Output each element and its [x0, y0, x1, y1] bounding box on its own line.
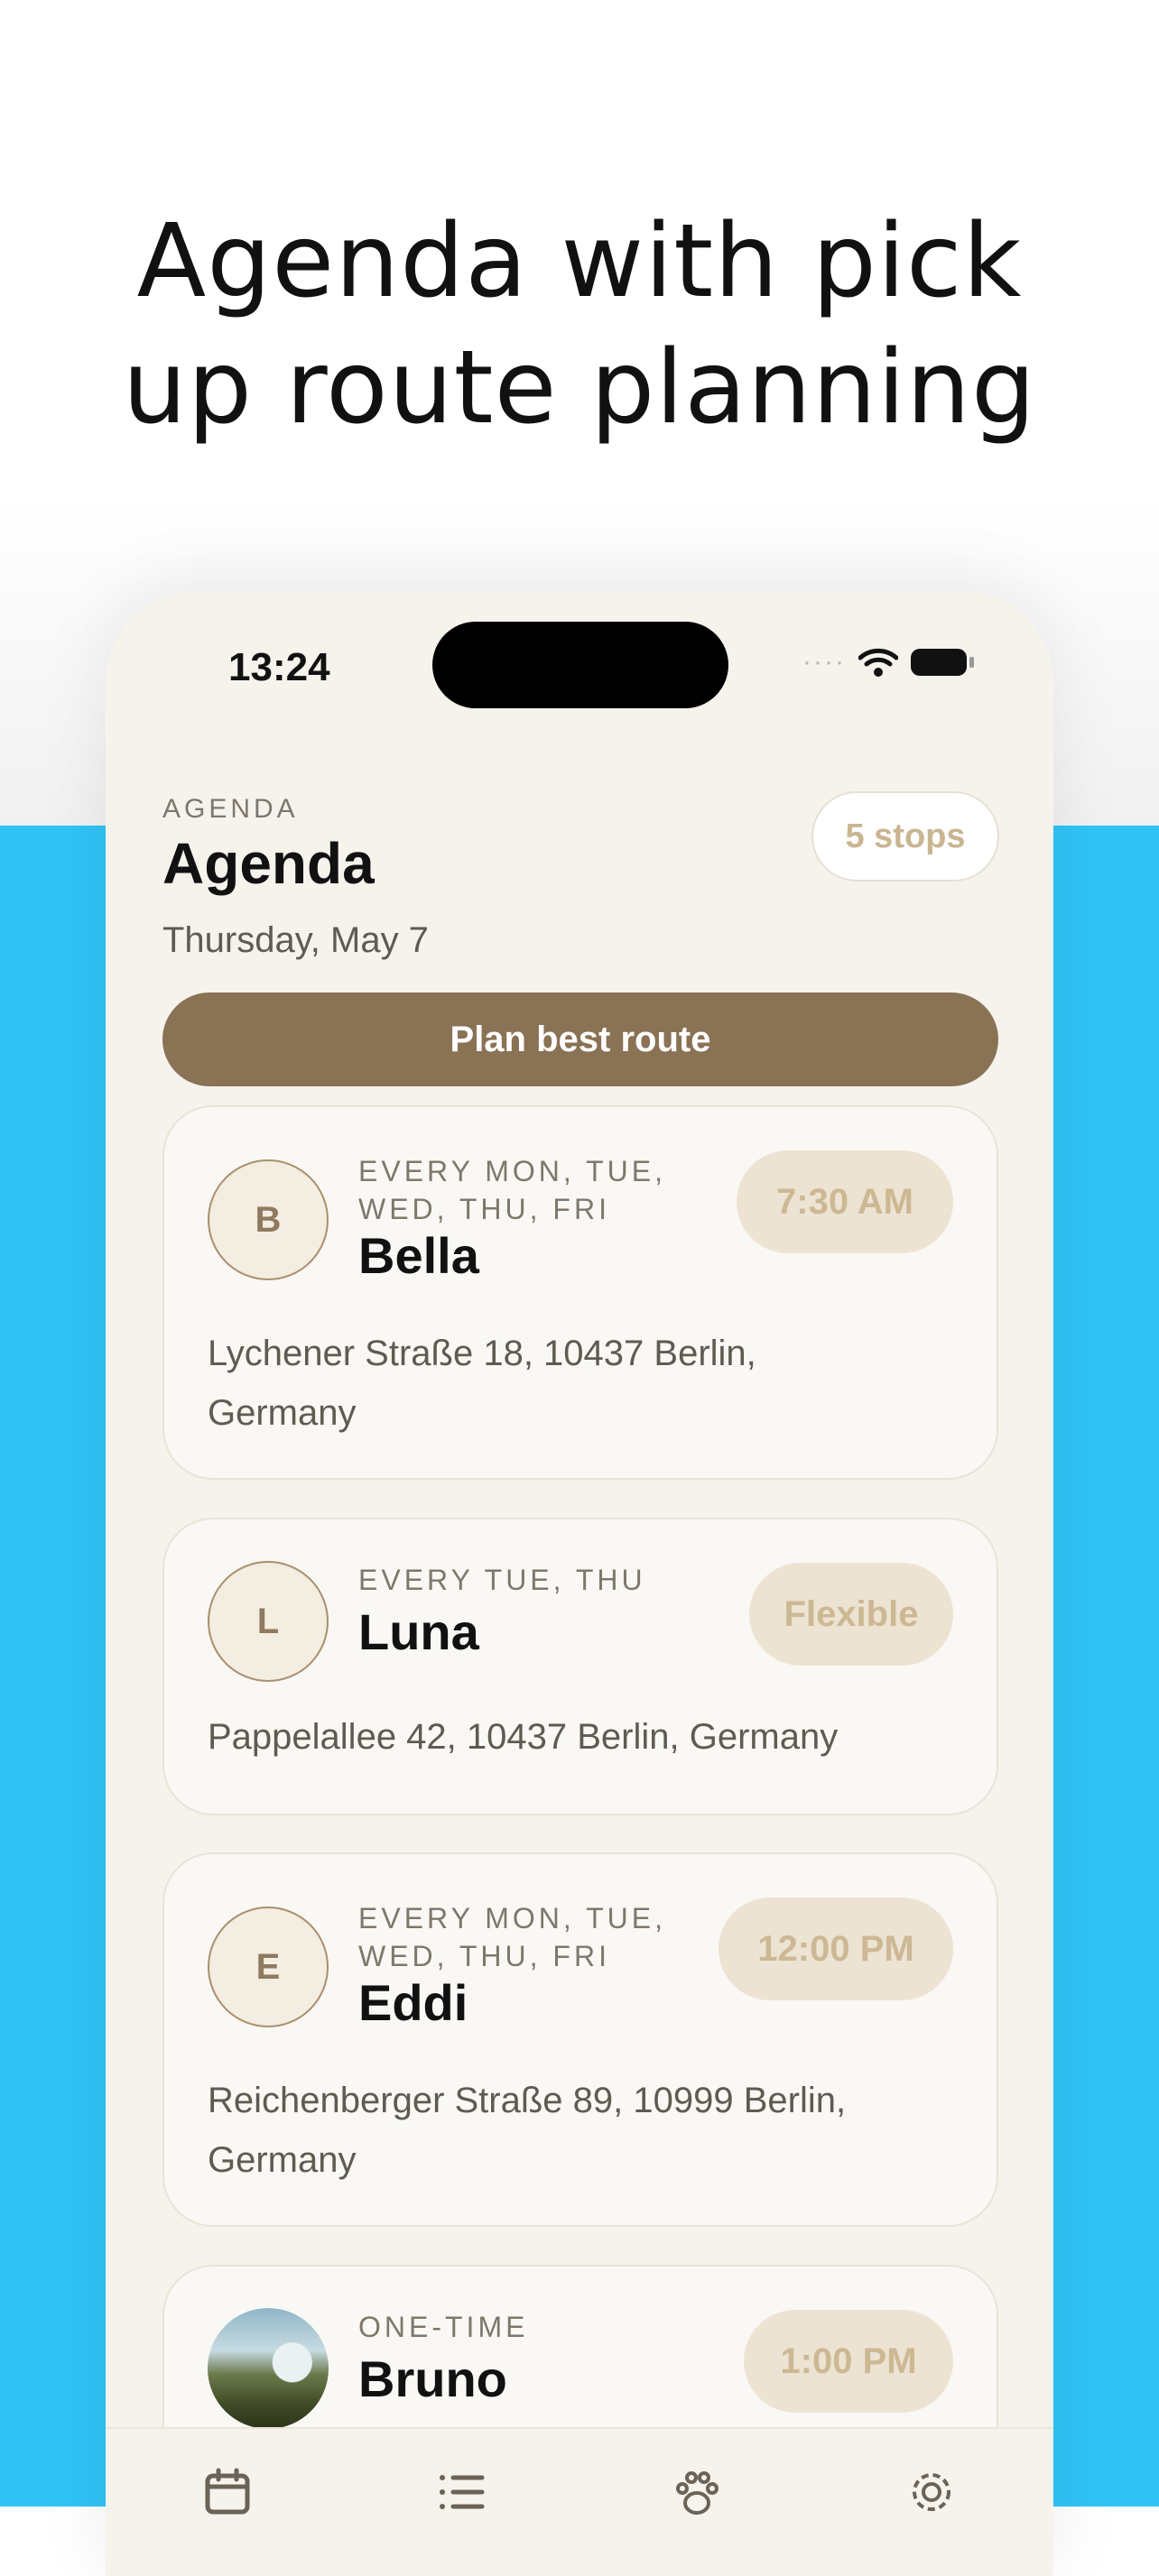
schedule-line-1: EVERY MON, TUE, — [358, 1902, 666, 1934]
stops-count-badge[interactable]: 5 stops — [811, 791, 999, 882]
calendar-icon[interactable] — [200, 2465, 255, 2519]
avatar: B — [208, 1159, 329, 1280]
paw-icon[interactable] — [670, 2465, 724, 2519]
headline-line-2: up route planning — [122, 329, 1037, 447]
wifi-icon — [858, 648, 898, 677]
list-icon[interactable] — [435, 2465, 489, 2519]
headline-line-1: Agenda with pick — [136, 203, 1023, 320]
signal-dots: ···· — [802, 647, 846, 677]
status-icons: ···· — [802, 647, 974, 678]
agenda-kicker: AGENDA — [162, 794, 299, 824]
battery-icon — [911, 649, 974, 676]
schedule-line-1: ONE-TIME — [358, 2311, 529, 2343]
address: Pappelallee 42, 10437 Berlin, Germany — [208, 1707, 953, 1767]
schedule-line-2: WED, THU, FRI — [358, 1940, 610, 1972]
headline: Agenda with pick up route planning — [0, 199, 1159, 451]
address-line-1: Pappelallee 42, 10437 Berlin, Germany — [208, 1717, 839, 1757]
stop-card-bella[interactable]: B EVERY MON, TUE, WED, THU, FRI Bella 7:… — [162, 1105, 998, 1480]
address-line-2: Germany — [208, 1393, 357, 1433]
gear-icon[interactable] — [904, 2465, 959, 2519]
pickup-time-badge[interactable]: Flexible — [749, 1563, 953, 1666]
pet-name: Luna — [358, 1603, 479, 1660]
address-line-2: Germany — [208, 2140, 357, 2180]
dynamic-island — [432, 622, 728, 708]
pickup-time-badge[interactable]: 1:00 PM — [744, 2310, 953, 2413]
schedule-label: EVERY MON, TUE, WED, THU, FRI — [358, 1899, 666, 1975]
page-title: Agenda — [162, 831, 375, 896]
pet-photo-avatar — [208, 2308, 329, 2429]
pet-name: Eddi — [358, 1974, 468, 2031]
schedule-label: ONE-TIME — [358, 2308, 528, 2346]
phone-screen: 13:24 ···· AGENDA Agenda Thursday, May 7… — [106, 591, 1053, 2576]
stop-card-eddi[interactable]: E EVERY MON, TUE, WED, THU, FRI Eddi 12:… — [162, 1852, 998, 2227]
address: Lychener Straße 18, 10437 Berlin, German… — [208, 1324, 953, 1443]
avatar: E — [208, 1907, 329, 2027]
schedule-label: EVERY TUE, THU — [358, 1561, 646, 1599]
agenda-date: Thursday, May 7 — [162, 920, 429, 960]
plan-best-route-button[interactable]: Plan best route — [162, 993, 998, 1086]
pet-name: Bella — [358, 1227, 479, 1284]
address-line-1: Reichenberger Straße 89, 10999 Berlin, — [208, 2081, 847, 2120]
address: Reichenberger Straße 89, 10999 Berlin, G… — [208, 2071, 953, 2190]
tab-bar — [106, 2427, 1053, 2576]
schedule-line-1: EVERY TUE, THU — [358, 1564, 646, 1596]
address-line-1: Lychener Straße 18, 10437 Berlin, — [208, 1334, 756, 1373]
status-time: 13:24 — [228, 645, 330, 689]
pickup-time-badge[interactable]: 12:00 PM — [719, 1897, 953, 2000]
stop-card-luna[interactable]: L EVERY TUE, THU Luna Flexible Pappelall… — [162, 1518, 998, 1815]
schedule-line-2: WED, THU, FRI — [358, 1193, 610, 1225]
pet-name: Bruno — [358, 2350, 507, 2407]
schedule-line-1: EVERY MON, TUE, — [358, 1155, 666, 1187]
avatar: L — [208, 1561, 329, 1682]
schedule-label: EVERY MON, TUE, WED, THU, FRI — [358, 1152, 666, 1228]
pickup-time-badge[interactable]: 7:30 AM — [737, 1150, 953, 1253]
